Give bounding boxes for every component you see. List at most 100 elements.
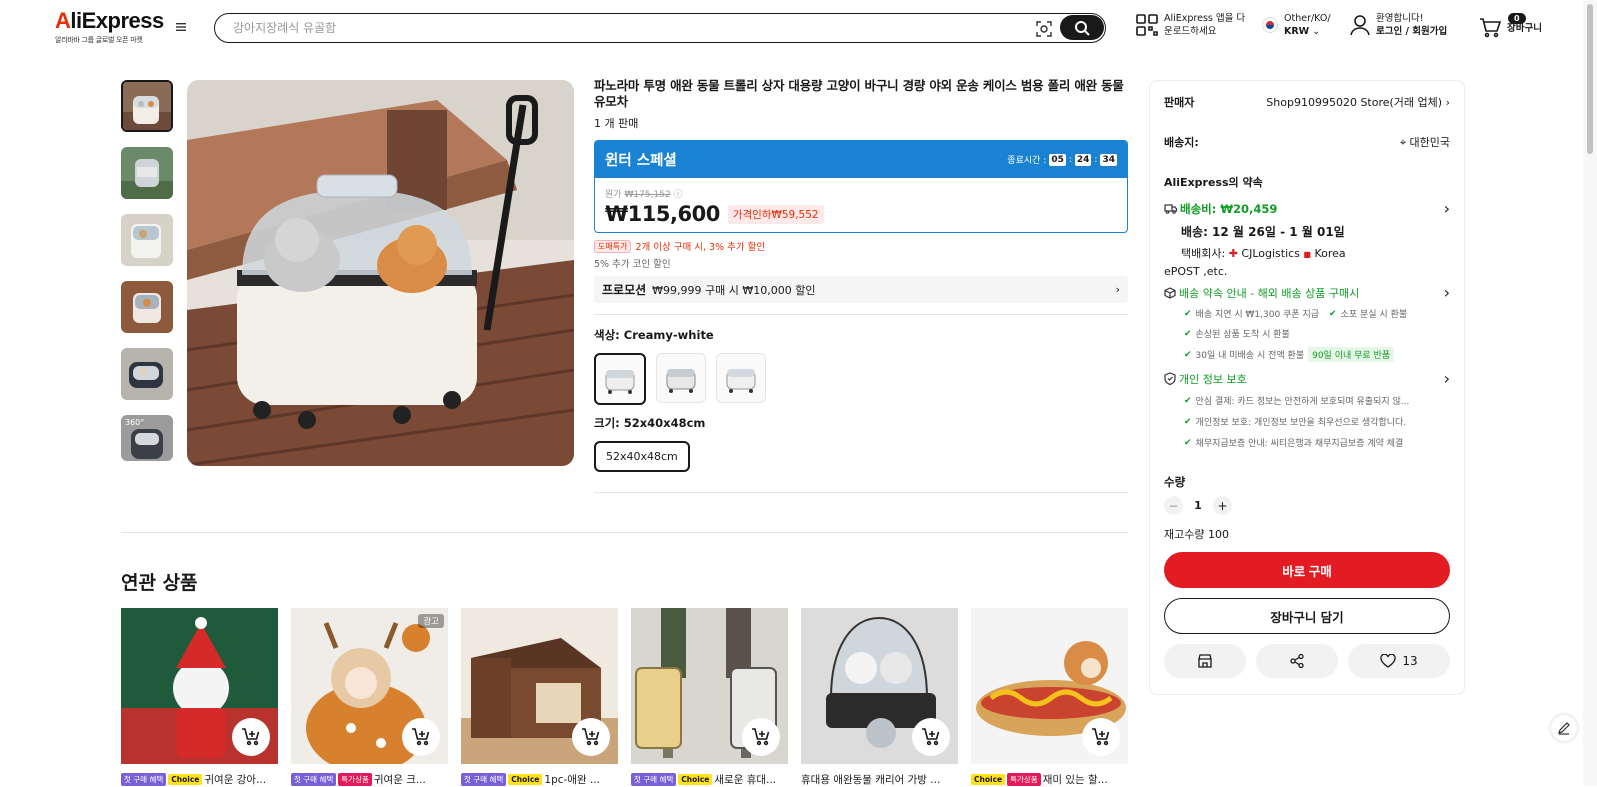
search-button[interactable] xyxy=(1060,15,1104,40)
shipping-fee: 배송비: ₩20,459 xyxy=(1180,201,1278,216)
wishlist-button[interactable]: 13 xyxy=(1348,644,1450,678)
thumbnail-5[interactable] xyxy=(121,348,173,400)
related-card[interactable]: 첫 구매 혜택 Choice 1pc-애완 ... xyxy=(461,608,618,786)
timer-hours: 05 xyxy=(1049,153,1066,166)
add-to-cart-icon[interactable] xyxy=(572,718,610,756)
color-label: 색상: Creamy-white xyxy=(594,328,714,342)
special-deal-badge: 특가상품 xyxy=(338,773,372,786)
info-icon[interactable]: ⓘ xyxy=(673,190,682,200)
bulk-deal-text: 2개 이상 구매 시, 3% 추가 할인 xyxy=(635,242,766,253)
current-price: ₩115,600 xyxy=(605,202,720,226)
related-image[interactable]: 광고 xyxy=(291,608,448,764)
chevron-right-icon: › xyxy=(1443,199,1450,218)
related-card[interactable]: 첫 구매 혜택 Choice 귀여운 강아... xyxy=(121,608,278,786)
coin-discount: 5% 추가 코인 할인 xyxy=(594,259,671,270)
check-icon: ✔ xyxy=(1184,328,1192,339)
promotion-bar[interactable]: 프로모션 ₩99,999 구매 시 ₩10,000 할인 › xyxy=(594,276,1128,303)
related-image[interactable] xyxy=(121,608,278,764)
qr-code-icon xyxy=(1136,14,1158,36)
search-bar xyxy=(214,13,1106,43)
color-swatch-1[interactable] xyxy=(594,353,646,405)
thumbnail-6-360[interactable]: 360° xyxy=(121,415,173,461)
add-to-cart-icon[interactable] xyxy=(232,718,270,756)
bulk-deal-tag: 도매특가 xyxy=(594,239,632,253)
original-price-label: 원가 xyxy=(605,190,622,200)
divider xyxy=(594,314,1128,315)
add-to-cart-icon[interactable] xyxy=(402,718,440,756)
color-options xyxy=(594,353,1128,405)
free-return-tag: 90일 이내 무료 반품 xyxy=(1308,347,1395,362)
special-deal-badge: 특가상품 xyxy=(1007,773,1041,786)
original-price: 원가 ₩175,152 ⓘ xyxy=(605,187,1117,200)
buy-now-button[interactable]: 바로 구매 xyxy=(1164,552,1450,588)
related-card[interactable]: 광고 첫 구매 혜택 특가상품 귀여운 크... xyxy=(291,608,448,786)
promotion-text: ₩99,999 구매 시 ₩10,000 할인 xyxy=(652,283,816,297)
section-divider xyxy=(121,532,1128,533)
increase-button[interactable]: + xyxy=(1213,496,1232,515)
guarantee-title: 배송 약속 안내 - 해외 배송 상품 구매시 xyxy=(1179,286,1360,300)
ship-to-row[interactable]: 배송지: ⌖ 대한민국 xyxy=(1164,134,1450,150)
thumbnail-1[interactable] xyxy=(121,80,173,132)
chevron-down-icon: ⌄ xyxy=(1312,26,1321,37)
share-button[interactable] xyxy=(1256,644,1338,678)
delivery-guarantee[interactable]: 배송 약속 안내 - 해외 배송 상품 구매시 › ✔ 배송 지연 시 ₩1,30… xyxy=(1164,283,1450,362)
promise-title: AliExpress의 약속 xyxy=(1164,176,1263,189)
size-option[interactable]: 52x40x48cm xyxy=(594,441,690,472)
share-icon xyxy=(1290,653,1304,669)
related-image[interactable] xyxy=(801,608,958,764)
privacy-protection[interactable]: 개인 정보 보호 › ✔ 안심 결제: 카드 정보는 안전하게 보호되며 유출되지… xyxy=(1164,369,1450,449)
ad-badge: 광고 xyxy=(418,614,444,628)
search-input[interactable] xyxy=(233,19,993,37)
related-card[interactable]: Choice 특가상품 재미 있는 할... xyxy=(971,608,1128,786)
original-price-value: ₩175,152 xyxy=(624,190,671,200)
box-icon xyxy=(1164,286,1176,299)
related-image[interactable] xyxy=(461,608,618,764)
scrollbar-thumb[interactable] xyxy=(1587,4,1593,154)
color-swatch-3[interactable] xyxy=(716,353,766,403)
related-card[interactable]: 휴대용 애완동물 캐리어 가방 ... xyxy=(801,608,958,786)
divider xyxy=(594,492,1128,493)
seller-row[interactable]: 판매자 Shop910995020 Store(거래 업체) › xyxy=(1164,94,1450,110)
related-card[interactable]: 첫 구매 혜택 Choice 새로운 휴대... xyxy=(631,608,788,786)
discount-badge: 가격인하₩59,552 xyxy=(727,204,824,224)
quantity-value[interactable]: 1 xyxy=(1193,499,1203,512)
check-icon: ✔ xyxy=(1329,308,1337,319)
guarantee-2: 소포 분실 시 환불 xyxy=(1340,310,1408,320)
feedback-edit-icon[interactable] xyxy=(1551,715,1577,741)
add-to-cart-icon[interactable] xyxy=(912,718,950,756)
account[interactable]: 환영합니다! 로그인 / 회원가입 xyxy=(1350,12,1447,38)
cj-logo-icon: ✚ xyxy=(1228,247,1238,260)
shipping-fee-row[interactable]: 배송비: ₩20,459 › 배송: 12 월 26일 - 1 월 01일 택배… xyxy=(1164,199,1450,280)
carrier-korea: Korea xyxy=(1314,247,1346,260)
image-search-icon[interactable] xyxy=(1035,20,1053,38)
related-products: 첫 구매 혜택 Choice 귀여운 강아... 광고 첫 구매 혜택 특가상품 귀여운… xyxy=(121,608,1128,786)
timer-seconds: 34 xyxy=(1100,153,1117,166)
decrease-button[interactable]: − xyxy=(1164,496,1183,515)
related-image[interactable] xyxy=(631,608,788,764)
aliexpress-logo[interactable]: AliExpress 알리바바 그룹 글로벌 오픈 마켓 xyxy=(55,8,164,45)
store-button[interactable] xyxy=(1164,644,1246,678)
thumbnail-4[interactable] xyxy=(121,281,173,333)
thumbnail-2[interactable] xyxy=(121,147,173,199)
cart-count-badge: 0 xyxy=(1508,13,1526,24)
product-main-image[interactable] xyxy=(187,80,574,466)
add-to-cart-button[interactable]: 장바구니 담기 xyxy=(1164,598,1450,634)
page-scrollbar[interactable] xyxy=(1583,0,1597,786)
seller-name[interactable]: Shop910995020 Store(거래 업체) xyxy=(1266,96,1442,109)
add-to-cart-icon[interactable] xyxy=(742,718,780,756)
add-to-cart-icon[interactable] xyxy=(1082,718,1120,756)
thumbnail-3[interactable] xyxy=(121,214,173,266)
related-name: 새로운 휴대... xyxy=(714,774,777,786)
color-swatch-2[interactable] xyxy=(656,353,706,403)
stock-count: 재고수량 100 xyxy=(1164,528,1229,541)
login-link[interactable]: 로그인 / 회원가입 xyxy=(1376,26,1447,37)
promo-header: 윈터 스페셜 종료시간 : 05: 24: 34 xyxy=(595,141,1127,178)
ship-to-value: 대한민국 xyxy=(1409,136,1450,149)
check-icon: ✔ xyxy=(1184,308,1192,319)
guarantee-1: 배송 지연 시 ₩1,300 쿠폰 지급 xyxy=(1195,310,1320,320)
app-download[interactable]: AliExpress 앱을 다 운로드하세요 xyxy=(1136,12,1245,38)
delivery-date: 배송: 12 월 26일 - 1 월 01일 xyxy=(1181,225,1345,239)
region-selector[interactable]: Other/KO/KRW ⌄ xyxy=(1262,12,1331,38)
related-image[interactable] xyxy=(971,608,1128,764)
menu-icon[interactable] xyxy=(174,20,190,36)
